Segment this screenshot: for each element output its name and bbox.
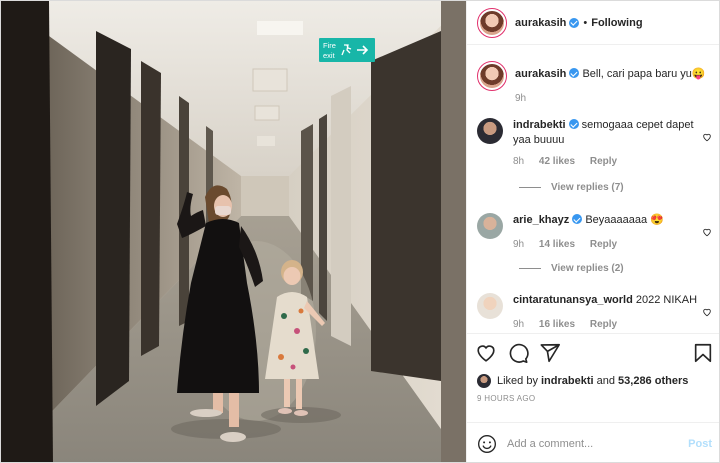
comment-username[interactable]: indrabekti	[513, 119, 566, 131]
post-header: aurakasih • Following	[467, 1, 719, 45]
comment-username[interactable]: cintaratunansya_world	[513, 294, 633, 306]
likes-summary: Liked by indrabekti and 53,286 others	[467, 372, 719, 390]
commenter-avatar[interactable]	[477, 213, 503, 239]
comment-likes[interactable]: 42 likes	[539, 156, 575, 167]
emoji-icon[interactable]	[477, 434, 497, 454]
comment-time[interactable]: 8h	[513, 156, 524, 167]
comment-text: Beyaaaaaaa 😍	[585, 214, 664, 226]
post-side-panel: aurakasih • Following aurakasih Bell, ca…	[466, 1, 719, 462]
reply-button[interactable]: Reply	[590, 156, 617, 167]
comment-item: arie_khayz Beyaaaaaaa 😍 9h 14 likes Repl…	[477, 213, 712, 252]
caption-time[interactable]: 9h	[515, 93, 526, 104]
comment-item: indrabekti semogaaa cepet dapet yaa buuu…	[477, 118, 712, 169]
comment-likes[interactable]: 14 likes	[539, 239, 575, 250]
view-replies-button[interactable]: View replies (7)	[519, 182, 624, 193]
liker-username[interactable]: indrabekti	[541, 375, 594, 387]
exit-sign-line1: Fire	[323, 41, 336, 50]
reply-button[interactable]: Reply	[590, 319, 617, 330]
instagram-post-window: Fire exit aurakasih • Following aurakasi…	[0, 0, 720, 463]
post-timestamp[interactable]: 9 HOURS AGO	[467, 390, 719, 403]
comment-item: cintaratunansya_world 2022 NIKAH 9h 16 l…	[477, 293, 712, 332]
verified-icon	[568, 119, 579, 129]
liker-avatar[interactable]	[477, 374, 491, 388]
comment-icon[interactable]	[507, 342, 529, 364]
heart-icon[interactable]	[475, 342, 497, 364]
comment-username[interactable]: arie_khayz	[513, 214, 569, 226]
verified-icon	[569, 68, 580, 78]
author-avatar[interactable]	[477, 7, 507, 38]
view-replies-button[interactable]: View replies (2)	[519, 263, 624, 274]
post-actions-section: Liked by indrabekti and 53,286 others 9 …	[467, 333, 719, 403]
heart-icon[interactable]	[702, 307, 712, 317]
author-username[interactable]: aurakasih	[515, 17, 566, 29]
bookmark-icon[interactable]	[692, 342, 714, 364]
post-button[interactable]: Post	[688, 438, 712, 450]
comment-time[interactable]: 9h	[513, 319, 524, 330]
likes-prefix: Liked by	[497, 375, 538, 387]
comment-likes[interactable]: 16 likes	[539, 319, 575, 330]
caption-username[interactable]: aurakasih	[515, 68, 566, 80]
following-button[interactable]: Following	[591, 17, 642, 29]
exit-sign-line2: exit	[323, 51, 336, 60]
likes-and: and	[593, 375, 619, 387]
heart-icon[interactable]	[702, 227, 712, 237]
share-icon[interactable]	[539, 342, 561, 364]
heart-icon[interactable]	[702, 132, 712, 142]
verified-icon	[569, 17, 580, 28]
comments-list[interactable]: aurakasih Bell, cari papa baru yu😛 9h in…	[467, 46, 719, 333]
likes-count[interactable]: 53,286 others	[618, 375, 688, 387]
commenter-avatar[interactable]	[477, 293, 503, 319]
verified-icon	[572, 214, 583, 224]
caption: aurakasih Bell, cari papa baru yu😛 9h	[477, 61, 712, 106]
reply-button[interactable]: Reply	[590, 239, 617, 250]
hallway-photo: Fire exit	[1, 1, 466, 462]
comment-input[interactable]	[507, 437, 689, 450]
comment-text: 2022 NIKAH	[635, 294, 698, 306]
action-bar	[467, 334, 719, 372]
caption-text: Bell, cari papa baru yu😛	[582, 68, 706, 80]
commenter-avatar[interactable]	[477, 118, 503, 144]
add-comment-bar: Post	[467, 422, 719, 462]
header-separator: •	[583, 16, 588, 29]
comment-time[interactable]: 9h	[513, 239, 524, 250]
post-photo[interactable]: Fire exit	[1, 1, 466, 462]
caption-avatar[interactable]	[477, 61, 507, 91]
